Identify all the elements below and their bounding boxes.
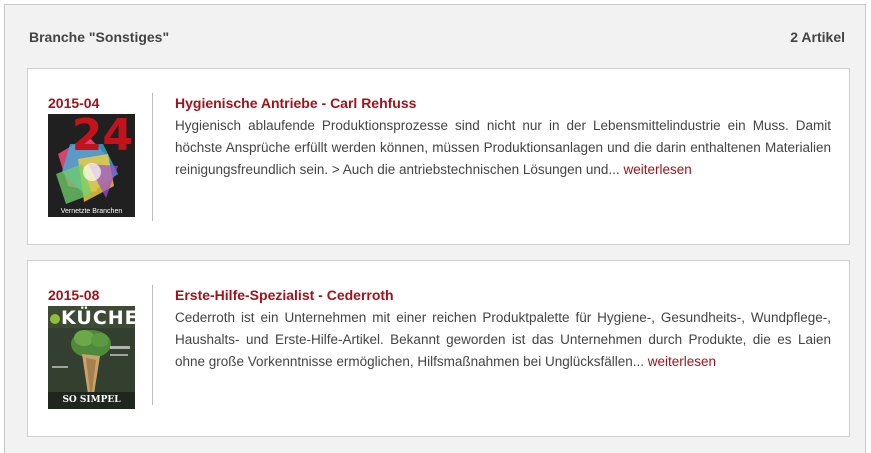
article-teaser-text: Cederroth ist ein Unternehmen mit einer … xyxy=(175,310,831,369)
article-title-link[interactable]: Hygienische Antriebe - Carl Rehfuss xyxy=(175,95,831,111)
panel-header: Branche "Sonstiges" 2 Artikel xyxy=(29,29,845,45)
cover-issue-number: 24 xyxy=(71,114,133,161)
read-more-link[interactable]: weiterlesen xyxy=(648,354,716,369)
article-body: Hygienische Antriebe - Carl Rehfuss Hygi… xyxy=(175,95,831,181)
article-date[interactable]: 2015-08 xyxy=(48,287,136,303)
divider xyxy=(152,285,153,405)
article-meta: 2015-08 KÜCHE SO SIMPEL xyxy=(48,287,136,409)
divider xyxy=(152,93,153,221)
article-count: 2 Artikel xyxy=(790,29,845,45)
article-title-link[interactable]: Erste-Hilfe-Spezialist - Cederroth xyxy=(175,287,831,303)
article-meta: 2015-04 24 Vernetzte Branchen xyxy=(48,95,136,217)
cover-label: Vernetzte Branchen xyxy=(60,208,123,215)
magazine-cover-thumbnail[interactable]: KÜCHE SO SIMPEL xyxy=(48,306,135,409)
read-more-link[interactable]: weiterlesen xyxy=(623,162,691,177)
panel-title: Branche "Sonstiges" xyxy=(29,29,170,45)
article-card: 2015-08 KÜCHE SO SIMPEL Erste-Hilfe-Spez… xyxy=(27,260,850,437)
article-body: Erste-Hilfe-Spezialist - Cederroth Ceder… xyxy=(175,287,831,373)
cover-brand: KÜCHE xyxy=(61,307,135,329)
cover-slogan: SO SIMPEL xyxy=(62,395,121,405)
article-teaser: Hygienisch ablaufende Produktionsprozess… xyxy=(175,115,831,181)
article-teaser: Cederroth ist ein Unternehmen mit einer … xyxy=(175,307,831,373)
article-date[interactable]: 2015-04 xyxy=(48,95,136,111)
industry-panel: Branche "Sonstiges" 2 Artikel 2015-04 24… xyxy=(4,4,866,453)
article-teaser-text: Hygienisch ablaufende Produktionsprozess… xyxy=(175,118,831,177)
magazine-cover-thumbnail[interactable]: 24 Vernetzte Branchen xyxy=(48,114,135,217)
article-card: 2015-04 24 Vernetzte Branchen Hygienisch… xyxy=(27,68,850,245)
